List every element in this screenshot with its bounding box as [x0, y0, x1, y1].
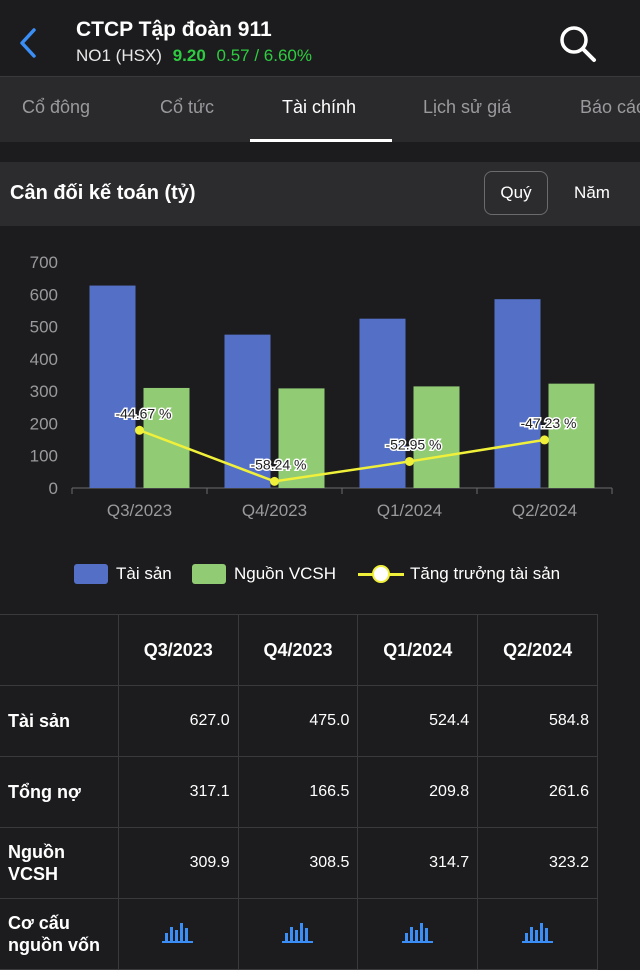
table-cell: 209.8 — [357, 756, 479, 828]
chart-svg: 0 100 200 300 400 500 600 700 Q3/2023 Q4/2023 Q1/2… — [30, 253, 613, 520]
legend-equity-swatch — [192, 564, 226, 584]
growth-data-label: -44.67 % — [115, 405, 171, 421]
row-label: Nguồn VCSH — [0, 827, 119, 899]
bar-assets — [494, 299, 541, 488]
tab-bar: Cổ đông Cổ tức Tài chính Lịch sử giá Báo… — [0, 76, 640, 143]
table-row: Cơ cấu nguồn vốn — [0, 898, 598, 970]
structure-chart-button[interactable] — [117, 898, 239, 970]
column-header: Q4/2023 — [237, 614, 359, 686]
growth-point — [135, 425, 144, 435]
ticker-info: NO1 (HSX) 9.20 0.57 / 6.60% — [76, 46, 312, 66]
x-tick-label: Q2/2024 — [512, 501, 577, 520]
section-title: Cân đối kế toán (tỷ) — [10, 182, 196, 204]
structure-chart-button[interactable] — [237, 898, 359, 970]
growth-line — [139, 429, 545, 483]
tab-tai-chinh[interactable]: Tài chính — [282, 97, 356, 118]
column-header: Q3/2023 — [117, 614, 239, 686]
legend-assets[interactable]: Tài sản — [74, 556, 172, 592]
table-cell: 308.5 — [237, 827, 359, 899]
table-cell: 323.2 — [477, 827, 598, 899]
search-icon[interactable] — [556, 24, 600, 64]
bar-chart-icon[interactable] — [281, 919, 315, 945]
row-label: Tài sản — [0, 685, 119, 757]
y-tick-label: 100 — [30, 447, 58, 466]
bar-equity — [143, 387, 190, 488]
legend-growth-marker — [358, 564, 404, 584]
structure-chart-button[interactable] — [357, 898, 479, 970]
table-header-row: Q3/2023 Q4/2023 Q1/2024 Q2/2024 — [0, 614, 598, 686]
bar-chart-icon[interactable] — [161, 919, 195, 945]
table-row: Nguồn VCSH 309.9 308.5 314.7 323.2 — [0, 827, 598, 899]
bar-chart-icon[interactable] — [401, 919, 435, 945]
legend-assets-swatch — [74, 564, 108, 584]
ticker-change: 0.57 / 6.60% — [216, 46, 312, 65]
ticker-code: NO1 (HSX) — [76, 46, 162, 65]
table-cell: 584.8 — [477, 685, 598, 757]
table-cell: 166.5 — [237, 756, 359, 828]
table-cell: 475.0 — [237, 685, 359, 757]
chart-legend: Tài sản Nguồn VCSH Tăng trưởng tài sản — [0, 556, 640, 592]
y-tick-label: 0 — [49, 479, 58, 498]
growth-point — [405, 456, 414, 466]
row-label: Cơ cấu nguồn vốn — [0, 898, 119, 970]
year-button[interactable]: Năm — [560, 171, 624, 215]
balance-sheet-chart: 0 100 200 300 400 500 600 700 Q3/2023 Q4/2023 Q1/2… — [0, 226, 640, 526]
column-header: Q1/2024 — [357, 614, 479, 686]
growth-data-label: -47.23 % — [520, 415, 576, 431]
growth-point — [540, 435, 549, 445]
bar-equity — [548, 383, 595, 488]
bar-chart-icon[interactable] — [521, 919, 555, 945]
bar-assets — [89, 285, 136, 488]
section-header: Cân đối kế toán (tỷ) Quý Năm — [0, 162, 640, 226]
legend-growth[interactable]: Tăng trưởng tài sản — [358, 556, 560, 592]
x-tick-label: Q3/2023 — [107, 501, 172, 520]
y-tick-label: 500 — [30, 318, 58, 337]
table-cell: 261.6 — [477, 756, 598, 828]
y-tick-label: 600 — [30, 285, 58, 304]
growth-point — [270, 476, 279, 486]
y-tick-label: 700 — [30, 253, 58, 272]
legend-equity[interactable]: Nguồn VCSH — [192, 556, 336, 592]
table-corner — [0, 614, 119, 686]
y-tick-label: 400 — [30, 350, 58, 369]
back-arrow-icon[interactable] — [14, 26, 44, 60]
table-cell: 309.9 — [117, 827, 239, 899]
quarter-button[interactable]: Quý — [484, 171, 548, 215]
structure-chart-button[interactable] — [477, 898, 598, 970]
tab-co-dong[interactable]: Cổ đông — [22, 97, 90, 118]
table-row: Tổng nợ 317.1 166.5 209.8 261.6 — [0, 756, 598, 828]
table-cell: 627.0 — [117, 685, 239, 757]
column-header: Q2/2024 — [477, 614, 598, 686]
growth-data-label: -58.24 % — [250, 456, 306, 472]
x-tick-label: Q1/2024 — [377, 501, 442, 520]
legend-assets-label: Tài sản — [116, 564, 172, 583]
legend-growth-label: Tăng trưởng tài sản — [410, 564, 561, 583]
y-tick-label: 200 — [30, 414, 58, 433]
balance-table: Q3/2023 Q4/2023 Q1/2024 Q2/2024 Tài sản … — [0, 614, 598, 970]
tab-co-tuc[interactable]: Cổ tức — [160, 97, 214, 118]
table-cell: 314.7 — [357, 827, 479, 899]
legend-equity-label: Nguồn VCSH — [234, 564, 337, 583]
y-tick-label: 300 — [30, 382, 58, 401]
tab-lich-su-gia[interactable]: Lịch sử giá — [423, 97, 511, 118]
spacer — [0, 142, 640, 162]
app-header: CTCP Tập đoàn 911 NO1 (HSX) 9.20 0.57 / … — [0, 0, 640, 76]
table-row: Tài sản 627.0 475.0 524.4 584.8 — [0, 685, 598, 757]
table-cell: 524.4 — [357, 685, 479, 757]
x-tick-label: Q4/2023 — [242, 501, 307, 520]
row-label: Tổng nợ — [0, 756, 119, 828]
company-title: CTCP Tập đoàn 911 — [76, 18, 272, 41]
table-cell: 317.1 — [117, 756, 239, 828]
bar-equity — [278, 388, 325, 488]
tab-bao-cao[interactable]: Báo các — [580, 97, 640, 118]
ticker-price: 9.20 — [172, 46, 206, 65]
growth-data-label: -52.95 % — [385, 436, 441, 452]
